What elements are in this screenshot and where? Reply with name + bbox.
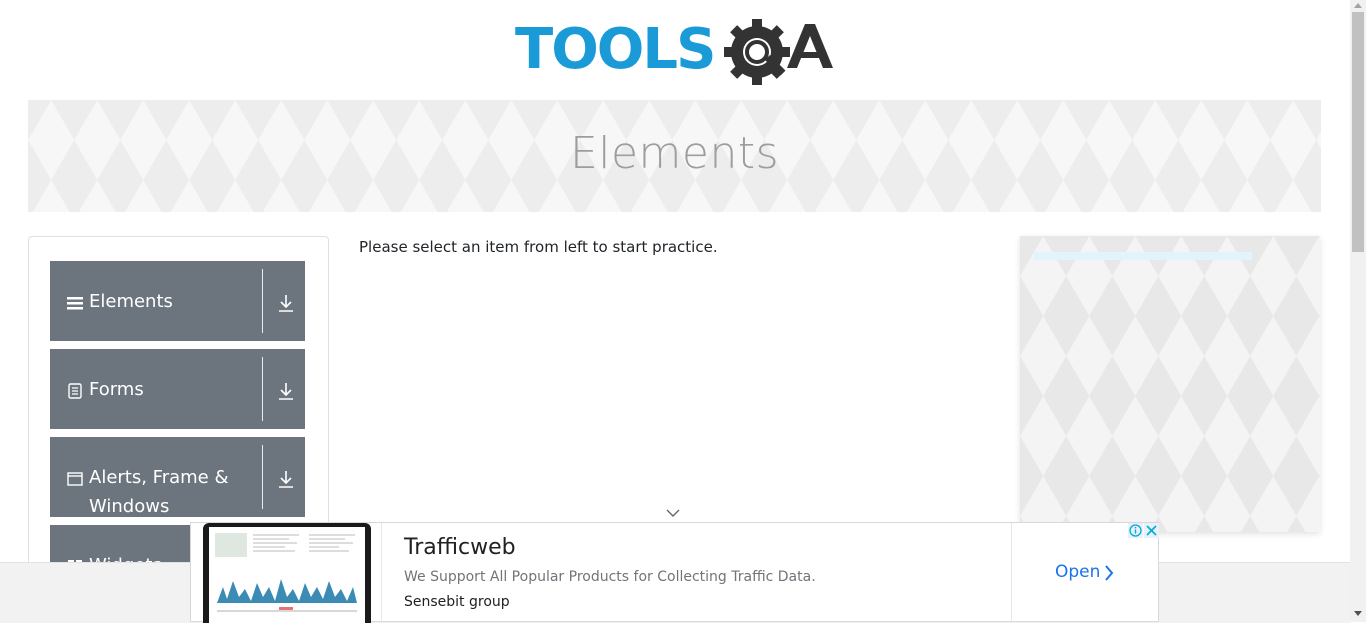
page-scrollbar[interactable]	[1350, 0, 1366, 622]
ad-loading-bar	[1034, 252, 1252, 260]
practice-instruction: Please select an item from left to start…	[359, 238, 718, 256]
hamburger-icon	[67, 297, 83, 310]
group-divider	[262, 445, 263, 509]
chevron-right-icon[interactable]	[1104, 564, 1114, 582]
scroll-down-icon[interactable]	[1354, 611, 1362, 616]
gear-magnifier-icon	[724, 19, 790, 85]
download-arrow-icon[interactable]	[277, 381, 295, 401]
group-header-alerts-frame-windows[interactable]: Alerts, Frame & Windows	[50, 437, 305, 517]
group-divider	[262, 269, 263, 333]
scrollbar-thumb[interactable]	[1352, 12, 1364, 252]
ad-title[interactable]: Trafficweb	[404, 535, 516, 560]
group-label-forms: Forms	[89, 379, 144, 400]
group-label-elements: Elements	[89, 291, 173, 312]
group-header-forms[interactable]: Forms	[50, 349, 305, 429]
group-header-elements[interactable]: Elements	[50, 261, 305, 341]
ad-brand: Sensebit group	[404, 594, 510, 610]
scroll-up-icon[interactable]	[1354, 3, 1362, 8]
ad-chart-image	[215, 533, 357, 612]
ad-open-button[interactable]: Open	[1055, 562, 1100, 582]
ad-thumbnail-image[interactable]	[203, 523, 371, 623]
download-arrow-icon[interactable]	[277, 293, 295, 313]
close-icon[interactable]	[1144, 523, 1159, 538]
group-label-alerts-frame-windows: Alerts, Frame & Windows	[89, 467, 229, 517]
toolsqa-logo[interactable]: TOOLS	[515, 16, 840, 92]
info-icon[interactable]	[1128, 523, 1143, 538]
ad-description: We Support All Popular Products for Coll…	[404, 569, 816, 585]
page-banner: Elements	[28, 100, 1321, 212]
bottom-ad-banner[interactable]: Trafficweb We Support All Popular Produc…	[190, 522, 1159, 623]
chevron-down-icon[interactable]	[666, 508, 680, 518]
logo-text-main: TOOLS	[515, 17, 714, 82]
download-arrow-icon[interactable]	[277, 469, 295, 489]
ad-divider	[1011, 523, 1012, 623]
group-divider	[262, 357, 263, 421]
document-icon	[68, 383, 82, 399]
logo-a-letter	[787, 24, 833, 68]
page-title: Elements	[569, 128, 780, 179]
window-icon	[67, 472, 83, 486]
right-ad-slot[interactable]	[1020, 236, 1320, 532]
ad-divider	[381, 523, 382, 623]
